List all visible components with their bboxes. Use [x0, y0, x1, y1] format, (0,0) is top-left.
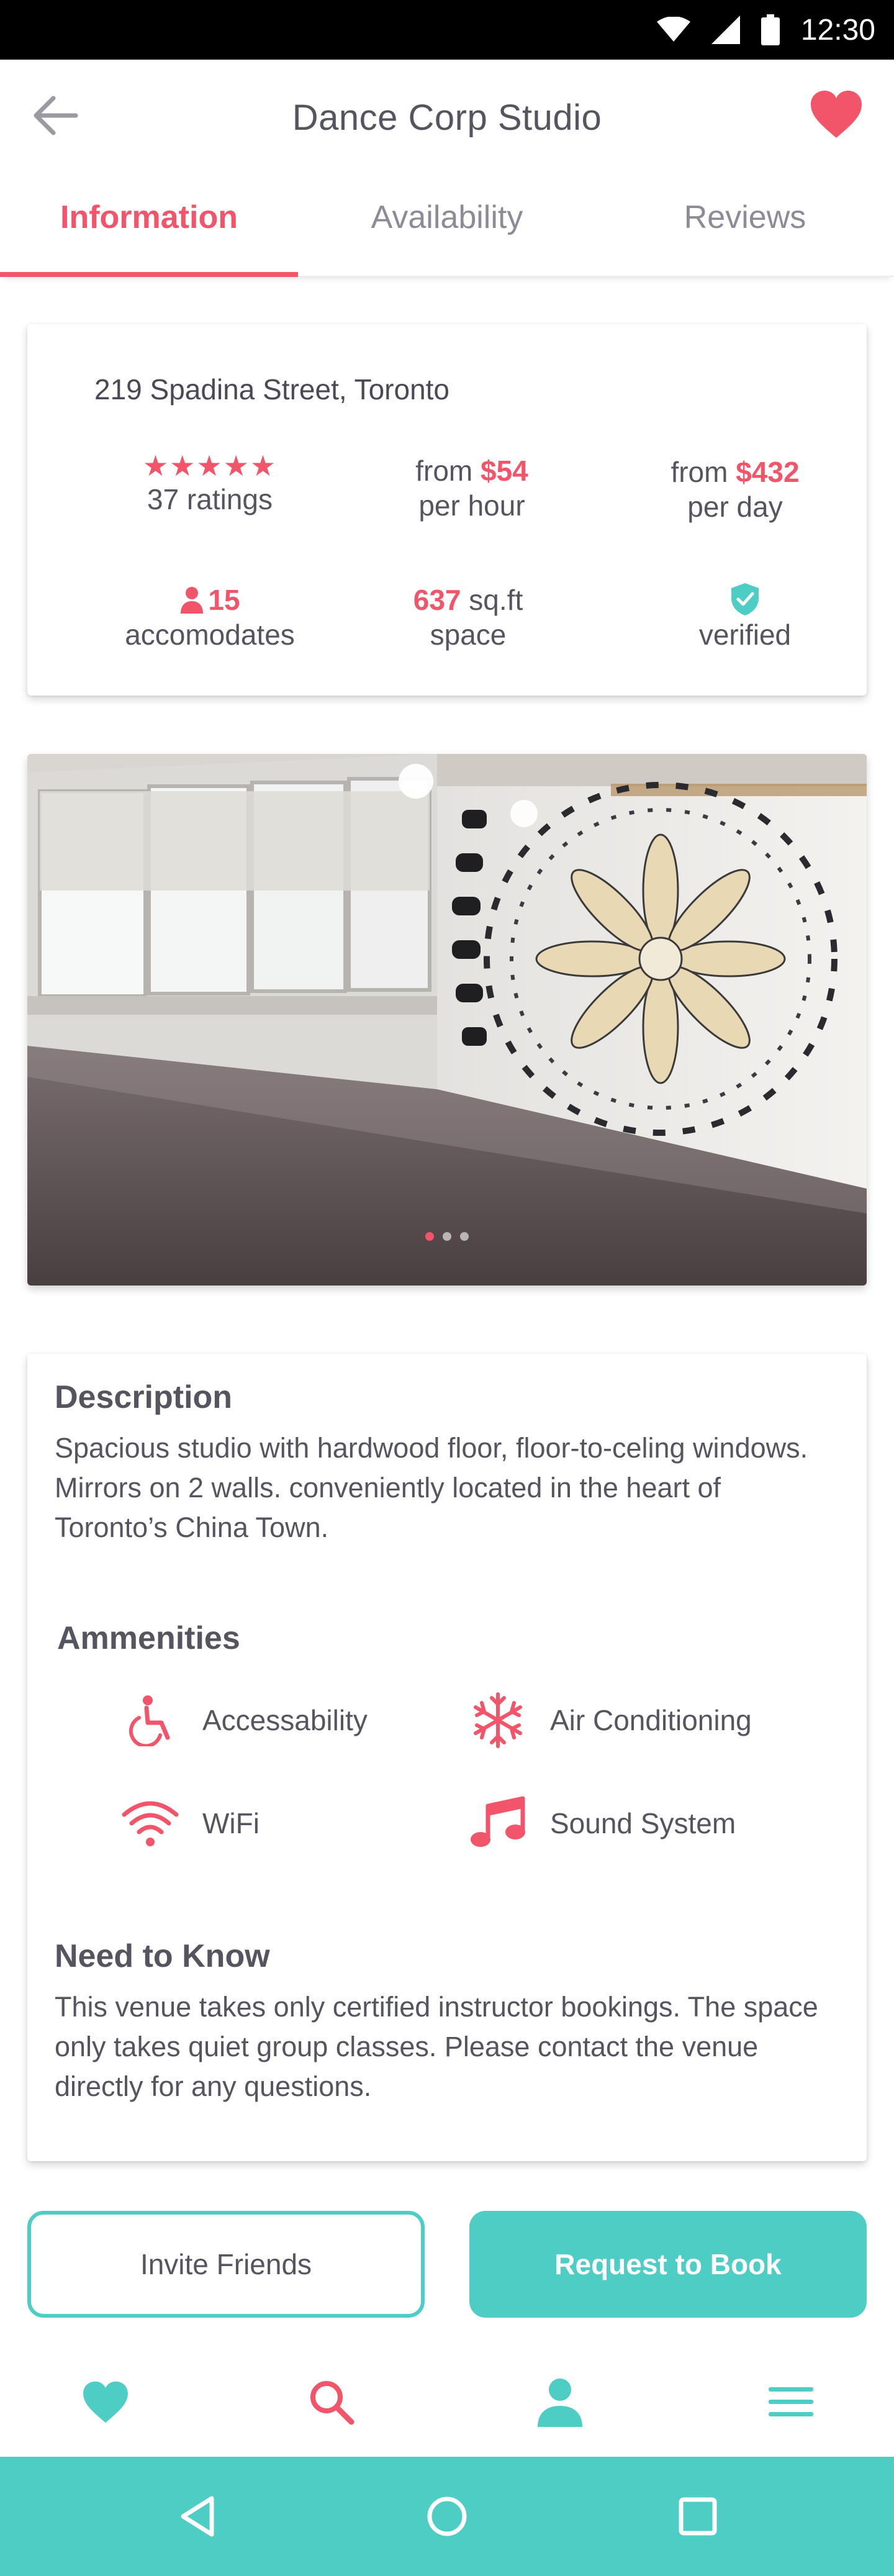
wifi-icon: [656, 17, 690, 42]
daily-price: $432: [736, 456, 800, 488]
venue-photo-carousel[interactable]: [27, 754, 867, 1286]
description-text: Spacious studio with hardwood floor, flo…: [55, 1432, 808, 1543]
venue-info-card: 219 Spadina Street, Toronto ★★★★★ 37 rat…: [27, 324, 867, 696]
daily-price-stat: from $432 per day: [605, 455, 865, 524]
capacity-label: accomodates: [125, 619, 295, 651]
wheelchair-icon: [129, 1695, 170, 1746]
page-title: Dance Corp Studio: [292, 98, 602, 138]
bottom-navigation: [0, 2347, 894, 2457]
rating-count: 37 ratings: [147, 483, 273, 515]
home-circle-icon: [427, 2497, 467, 2536]
status-time: 12:30: [800, 13, 875, 47]
nav-menu[interactable]: [760, 2371, 822, 2433]
daily-unit: per day: [687, 491, 783, 523]
capacity-stat: 15 accomodates: [79, 583, 340, 652]
status-bar: 12:30: [0, 0, 894, 60]
carousel-dot[interactable]: [443, 1232, 451, 1241]
heart-icon: [811, 91, 862, 138]
back-triangle-icon: [181, 2496, 214, 2537]
amenity-label: WiFi: [202, 1807, 260, 1839]
recents-square-icon: [679, 2497, 717, 2536]
need-to-know-text: This venue takes only certified instruct…: [55, 1991, 818, 2102]
carousel-dot[interactable]: [425, 1232, 434, 1241]
tab-indicator: [0, 272, 298, 277]
favorite-button[interactable]: [810, 89, 863, 139]
amenity-item: Sound System: [467, 1792, 736, 1854]
request-to-book-button[interactable]: Request to Book: [469, 2211, 867, 2318]
tab-reviews[interactable]: Reviews: [596, 199, 894, 236]
size-unit: sq.ft: [469, 584, 523, 616]
hourly-price-stat: from $54 per hour: [341, 453, 602, 523]
hourly-unit: per hour: [418, 489, 525, 522]
system-navigation-bar: [0, 2457, 894, 2576]
carousel-dot[interactable]: [460, 1232, 469, 1241]
nav-favorites[interactable]: [74, 2371, 137, 2433]
hourly-price: $54: [481, 455, 528, 487]
system-recents-button[interactable]: [667, 2485, 729, 2547]
profile-icon: [538, 2379, 582, 2427]
size-label: space: [430, 619, 507, 651]
size-value: 637: [413, 584, 461, 616]
app-header: Dance Corp Studio: [0, 60, 894, 159]
studio-photo: [27, 754, 867, 1286]
rating-stat: ★★★★★ 37 ratings: [79, 450, 340, 517]
tab-information[interactable]: Information: [0, 199, 298, 236]
description-heading: Description: [55, 1379, 233, 1415]
amenity-item: WiFi: [119, 1792, 260, 1854]
nav-profile[interactable]: [529, 2371, 591, 2433]
shield-check-icon: [731, 583, 759, 615]
menu-icon: [769, 2387, 813, 2416]
wifi-icon: [122, 1801, 179, 1846]
battery-icon: [761, 14, 780, 45]
system-back-button[interactable]: [168, 2485, 230, 2547]
hourly-prefix: from: [415, 455, 473, 487]
heart-icon: [83, 2381, 128, 2423]
amenity-label: Air Conditioning: [550, 1704, 752, 1736]
tab-availability[interactable]: Availability: [298, 199, 596, 236]
snowflake-icon: [474, 1692, 522, 1748]
person-icon: [181, 587, 204, 614]
invite-friends-button[interactable]: Invite Friends: [27, 2211, 425, 2318]
system-home-button[interactable]: [416, 2485, 478, 2547]
need-to-know-heading: Need to Know: [55, 1938, 270, 1974]
signal-icon: [711, 16, 740, 44]
capacity-value: 15: [208, 584, 240, 616]
amenity-item: Accessability: [119, 1689, 368, 1751]
amenities-heading: Ammenities: [57, 1620, 240, 1656]
tab-bar: Information Availability Reviews: [0, 159, 894, 277]
venue-address: 219 Spadina Street, Toronto: [94, 373, 450, 406]
amenity-label: Accessability: [202, 1704, 368, 1736]
verified-stat: verified: [615, 581, 875, 652]
carousel-dots: [27, 1232, 867, 1241]
rating-stars: ★★★★★: [142, 450, 278, 482]
venue-details-card: Description Spacious studio with hardwoo…: [27, 1354, 867, 2161]
amenity-label: Sound System: [550, 1807, 736, 1839]
size-stat: 637 sq.ft space: [338, 583, 598, 652]
music-note-icon: [471, 1796, 525, 1847]
search-icon: [310, 2381, 354, 2425]
amenity-item: Air Conditioning: [467, 1689, 752, 1751]
daily-prefix: from: [670, 456, 728, 488]
nav-search[interactable]: [300, 2371, 363, 2433]
verified-label: verified: [698, 619, 792, 651]
